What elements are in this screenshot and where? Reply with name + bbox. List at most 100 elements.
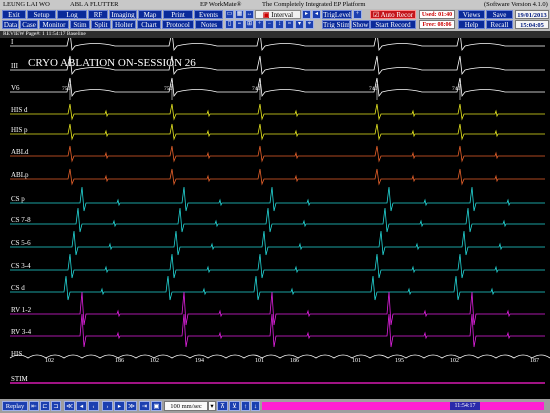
monitor-icon[interactable]: ▭ <box>225 10 234 19</box>
trace-his <box>9 354 550 359</box>
stim-button[interactable]: Stim <box>70 20 90 29</box>
playback-bar: Replay ⇤ ⊏ ⊐ ≪ ◂ ‹ › ▸ ≫ ⇥ ▣ 100 mm/sec … <box>0 399 550 413</box>
rf-button[interactable]: RF <box>88 10 108 19</box>
help-button[interactable]: Help <box>458 20 485 29</box>
channel-label[interactable]: ABLp <box>11 171 29 179</box>
back-step-icon[interactable]: ‹ <box>88 401 99 411</box>
print-button[interactable]: Print <box>163 10 193 19</box>
marker-icon[interactable]: ▾ <box>295 20 304 29</box>
monitor-button[interactable]: Monitor <box>39 20 69 29</box>
scroll-up-icon[interactable]: ↑ <box>241 401 250 411</box>
review-status-bar: REVIEW Page#: 1 11:54:17 Baseline <box>0 31 550 38</box>
recall-button[interactable]: Recall <box>486 20 513 29</box>
trace-his-d <box>10 103 545 121</box>
log-button[interactable]: Log <box>57 10 87 19</box>
chart-button[interactable]: Chart <box>137 20 161 29</box>
trace-ablp <box>10 168 545 186</box>
interval-value: 101 <box>352 358 361 364</box>
views-button[interactable]: Views <box>458 10 485 19</box>
gain-down-icon[interactable]: ⊻ <box>229 401 240 411</box>
channel-label[interactable]: HIS p <box>11 126 28 134</box>
crosshair-icon[interactable]: + <box>353 10 362 19</box>
gain-icon[interactable]: ↕ <box>275 20 284 29</box>
lock-icon[interactable]: ▣ <box>151 401 162 411</box>
interval-value: 187 <box>530 358 539 364</box>
zoom-out-icon[interactable]: − <box>265 20 274 29</box>
last-page-icon[interactable]: ⇥ <box>139 401 150 411</box>
layout-icon-3[interactable]: ⊞ <box>245 20 254 29</box>
trace-cs-5-6 <box>10 230 545 256</box>
start-record-button[interactable]: Start Record <box>370 20 416 29</box>
trace-abld <box>10 145 545 163</box>
timeline-timestamp: 11:54:17 <box>450 402 480 410</box>
split-button[interactable]: Split <box>91 20 111 29</box>
disk-used-readout: Used: 01:40 <box>419 10 455 19</box>
filter-icon[interactable]: ≈ <box>285 20 294 29</box>
back-page-icon[interactable]: ◂ <box>76 401 87 411</box>
forward-step-icon[interactable]: › <box>102 401 113 411</box>
layout-icon-2[interactable]: ≡ <box>235 20 244 29</box>
layout-icon-1[interactable]: ▯ <box>225 20 234 29</box>
arrow-left-icon[interactable]: ◂ <box>312 10 321 19</box>
interval-value: 102 <box>450 358 459 364</box>
show-button[interactable]: Show <box>351 20 370 29</box>
imaging-button[interactable]: Imaging <box>109 10 137 19</box>
channel-label[interactable]: V6 <box>11 84 20 92</box>
interval-value: 102 <box>45 358 54 364</box>
setup-button[interactable]: Setup <box>27 10 56 19</box>
trig-level-button[interactable]: TrigLevel <box>322 10 352 19</box>
channel-label[interactable]: III <box>11 62 18 70</box>
data-button[interactable]: Data <box>2 20 19 29</box>
notes-button[interactable]: Notes <box>195 20 223 29</box>
waveform-display[interactable] <box>0 31 550 398</box>
channel-label[interactable]: CS 7-8 <box>11 216 31 224</box>
mark-end-icon[interactable]: ⊐ <box>51 401 61 411</box>
channel-label[interactable]: HIS <box>11 350 22 358</box>
arrow-right-icon[interactable]: ▸ <box>302 10 311 19</box>
forward-page-icon[interactable]: ▸ <box>114 401 125 411</box>
events-button[interactable]: Events <box>194 10 223 19</box>
disk-free-readout: Free: 08:06 <box>419 20 455 29</box>
forward-fast-icon[interactable]: ≫ <box>126 401 137 411</box>
channel-label[interactable]: RV 3-4 <box>11 328 31 336</box>
holter-button[interactable]: Holter <box>112 20 136 29</box>
review-info: REVIEW Page#: 1 11:54:17 Baseline <box>3 31 86 37</box>
auto-record-button[interactable]: ☑ Auto Recor <box>370 10 416 19</box>
trig-stim-button[interactable]: Trig Stim <box>322 20 350 29</box>
trace-rv-1-2 <box>10 291 545 326</box>
cursor-icon[interactable]: ⌖ <box>305 20 314 29</box>
speed-dropdown-icon[interactable]: ▾ <box>208 401 216 411</box>
calipers-icon[interactable]: ↔ <box>245 10 254 19</box>
channel-label[interactable]: CS 3-4 <box>11 262 31 270</box>
first-page-icon[interactable]: ⇤ <box>29 401 39 411</box>
gain-up-icon[interactable]: ⊼ <box>217 401 228 411</box>
ecg-traces <box>9 31 550 384</box>
channel-label[interactable]: CS p <box>11 195 25 203</box>
scroll-down-icon[interactable]: ↓ <box>251 401 260 411</box>
mark-start-icon[interactable]: ⊏ <box>40 401 50 411</box>
channel-label[interactable]: ABLd <box>11 148 29 156</box>
channel-label[interactable]: CS 5-6 <box>11 239 31 247</box>
interval-value: 186 <box>115 358 124 364</box>
channel-label[interactable]: I <box>11 38 13 46</box>
channel-label[interactable]: STIM <box>11 375 28 383</box>
case-button[interactable]: Case <box>20 20 38 29</box>
grid-icon[interactable]: ▦ <box>235 10 244 19</box>
interval-button[interactable]: ▣ Interval <box>255 10 301 19</box>
zoom-in-icon[interactable]: + <box>255 20 264 29</box>
trace-cs-7-8 <box>10 207 545 233</box>
review-timeline[interactable] <box>262 402 544 410</box>
channel-label[interactable]: HIS d <box>11 106 28 114</box>
exit-button[interactable]: Exit <box>2 10 26 19</box>
interval-value: 102 <box>150 358 159 364</box>
channel-label[interactable]: RV 1-2 <box>11 306 31 314</box>
save-button[interactable]: Save <box>486 10 513 19</box>
date-display: 19/01/2013 <box>515 10 549 19</box>
rewind-fast-icon[interactable]: ≪ <box>64 401 75 411</box>
channel-label[interactable]: CS d <box>11 284 25 292</box>
protocol-button[interactable]: Protocol <box>162 20 194 29</box>
sweep-speed-select[interactable]: 100 mm/sec <box>164 401 208 411</box>
interval-value: 101 <box>255 358 264 364</box>
map-button[interactable]: Map <box>138 10 162 19</box>
replay-button[interactable]: Replay <box>2 401 28 411</box>
